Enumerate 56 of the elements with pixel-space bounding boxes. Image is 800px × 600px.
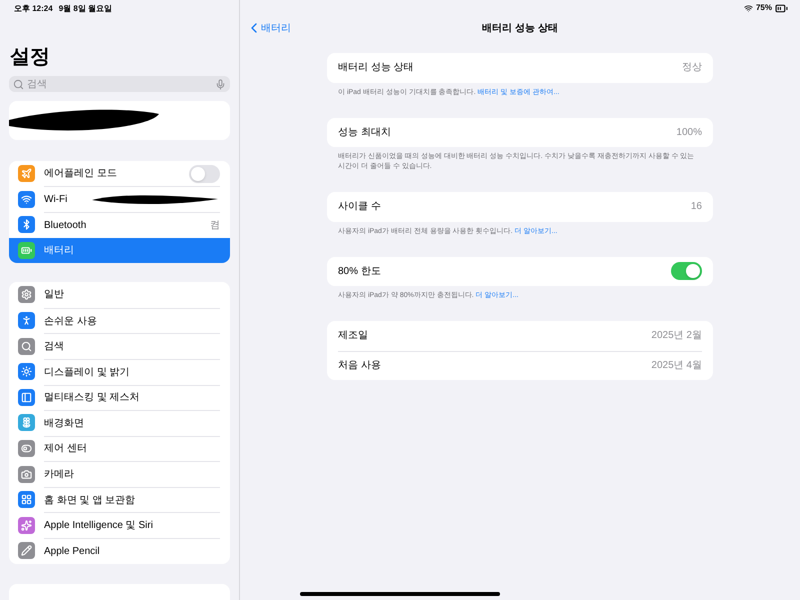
sidebar-title: 설정 xyxy=(10,46,50,68)
profile-card[interactable] xyxy=(9,101,230,140)
battery-percent: 75% xyxy=(756,2,772,14)
item-label: 손쉬운 사용 xyxy=(44,314,97,329)
microphone-icon xyxy=(215,78,226,90)
toggle-switch[interactable] xyxy=(671,262,702,280)
settings-item[interactable]: 손쉬운 사용 xyxy=(9,308,230,334)
settings-item[interactable]: 배경화면 xyxy=(9,410,230,436)
settings-item[interactable]: 일반 xyxy=(9,282,230,308)
item-label: 배경화면 xyxy=(44,416,84,431)
settings-item[interactable]: 카메라 xyxy=(9,461,230,487)
toggle-switch[interactable] xyxy=(189,164,220,183)
item-label: 검색 xyxy=(44,340,64,354)
item-value: 켬 xyxy=(210,218,220,233)
settings-item[interactable]: 검색 xyxy=(9,333,230,359)
settings-item[interactable]: Apple Pencil xyxy=(9,538,230,564)
item-label: 에어플레인 모드 xyxy=(44,167,117,182)
battery-icon xyxy=(775,2,788,14)
item-label: 제어 센터 xyxy=(44,442,87,456)
page-title: 배터리 성능 상태 xyxy=(482,22,558,36)
item-label: Apple Intelligence 및 Siri xyxy=(44,519,153,534)
row-label: 사이클 수 xyxy=(338,200,382,214)
row-value: 2025년 2월 xyxy=(651,329,702,344)
settings-item[interactable]: 멀티태스킹 및 제스처 xyxy=(9,384,230,410)
item-label: 일반 xyxy=(44,288,64,302)
search-icon xyxy=(13,78,24,90)
settings-item[interactable]: Apple Intelligence 및 Siri xyxy=(9,512,230,538)
settings-item[interactable]: 디스플레이 및 밝기 xyxy=(9,358,230,384)
settings-item[interactable]: 제어 센터 xyxy=(9,436,230,462)
row-label: 성능 최대치 xyxy=(338,126,392,140)
settings-item[interactable]: 에어플레인 모드 xyxy=(9,160,230,186)
status-time: 오후 12:24 xyxy=(14,3,53,14)
item-label: 카메라 xyxy=(44,468,74,482)
row-label: 배터리 성능 상태 xyxy=(338,61,415,76)
row-value: 2025년 4월 xyxy=(651,359,702,374)
row-value: 100% xyxy=(676,126,702,140)
row-label: 80% 한도 xyxy=(338,264,382,279)
search-input[interactable]: 검색 xyxy=(27,76,212,92)
settings-item[interactable]: Wi-Fi xyxy=(9,186,230,212)
row-label: 처음 사용 xyxy=(338,359,382,374)
search-field[interactable]: 검색 xyxy=(9,76,230,92)
item-label: 멀티태스킹 및 제스처 xyxy=(44,391,140,406)
item-label: Apple Pencil xyxy=(44,544,100,559)
row-value: 16 xyxy=(690,200,702,214)
item-label: 홈 화면 및 앱 보관함 xyxy=(44,494,136,508)
status-date: 9월 8일 월요일 xyxy=(58,3,112,14)
wifi-icon xyxy=(744,4,753,12)
item-label: 디스플레이 및 밝기 xyxy=(44,366,130,380)
item-label: Wi-Fi xyxy=(44,193,68,208)
settings-item[interactable]: 배터리 xyxy=(9,238,230,264)
row-label: 제조일 xyxy=(338,329,369,344)
back-link[interactable]: 배터리 xyxy=(246,20,291,36)
settings-item[interactable]: 홈 화면 및 앱 보관함 xyxy=(9,486,230,512)
item-label: 배터리 xyxy=(44,244,74,258)
row-value: 정상 xyxy=(682,61,702,76)
item-label: Bluetooth xyxy=(44,218,86,233)
